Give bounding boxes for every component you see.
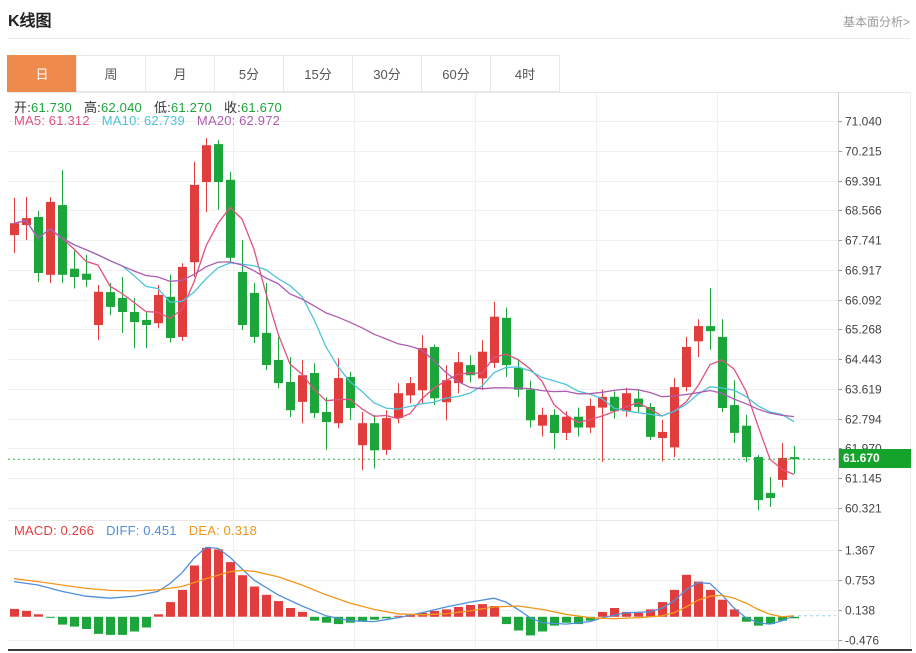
- period-tabs: 日周月 5分 15分 30分 60分 4时: [7, 55, 560, 92]
- header-divider: [8, 38, 910, 39]
- svg-text:0.753: 0.753: [845, 574, 875, 588]
- svg-text:0.138: 0.138: [845, 604, 875, 618]
- tab-周[interactable]: 周: [76, 55, 146, 92]
- ma20-readout: MA20: 62.972: [196, 113, 281, 128]
- ma5-readout: MA5: 61.312: [14, 113, 90, 128]
- ma10-readout: MA10: 62.739: [101, 113, 185, 128]
- svg-text:67.741: 67.741: [845, 234, 882, 248]
- dea-readout: DEA: 0.318: [188, 523, 258, 538]
- tab-月[interactable]: 月: [145, 55, 215, 92]
- tab-日[interactable]: 日: [7, 55, 77, 92]
- svg-text:69.391: 69.391: [845, 175, 882, 189]
- fundamental-analysis-link[interactable]: 基本面分析>: [843, 13, 910, 30]
- current-price-tag: 61.670: [839, 449, 911, 468]
- svg-text:60.321: 60.321: [845, 502, 882, 516]
- svg-text:64.443: 64.443: [845, 353, 882, 367]
- svg-text:-0.476: -0.476: [845, 634, 879, 648]
- svg-text:1.367: 1.367: [845, 544, 875, 558]
- svg-text:61.145: 61.145: [845, 472, 882, 486]
- svg-text:66.917: 66.917: [845, 264, 882, 278]
- macd-legend: MACD: 0.266 DIFF: 0.451 DEA: 0.318: [14, 523, 257, 538]
- tab-5分[interactable]: 5分: [214, 55, 284, 92]
- tab-4时[interactable]: 4时: [490, 55, 560, 92]
- svg-text:70.215: 70.215: [845, 145, 882, 159]
- svg-text:68.566: 68.566: [845, 204, 882, 218]
- svg-text:66.092: 66.092: [845, 294, 882, 308]
- macd-readout: MACD: 0.266: [14, 523, 95, 538]
- tab-60分[interactable]: 60分: [421, 55, 491, 92]
- page-title: K线图: [8, 13, 52, 30]
- tab-30分[interactable]: 30分: [352, 55, 422, 92]
- svg-text:65.268: 65.268: [845, 323, 882, 337]
- tab-15分[interactable]: 15分: [283, 55, 353, 92]
- ma-legend: MA5: 61.312 MA10: 62.739 MA20: 62.972: [14, 113, 280, 128]
- svg-text:71.040: 71.040: [845, 115, 882, 129]
- svg-text:63.619: 63.619: [845, 383, 882, 397]
- svg-text:62.794: 62.794: [845, 413, 882, 427]
- diff-readout: DIFF: 0.451: [106, 523, 177, 538]
